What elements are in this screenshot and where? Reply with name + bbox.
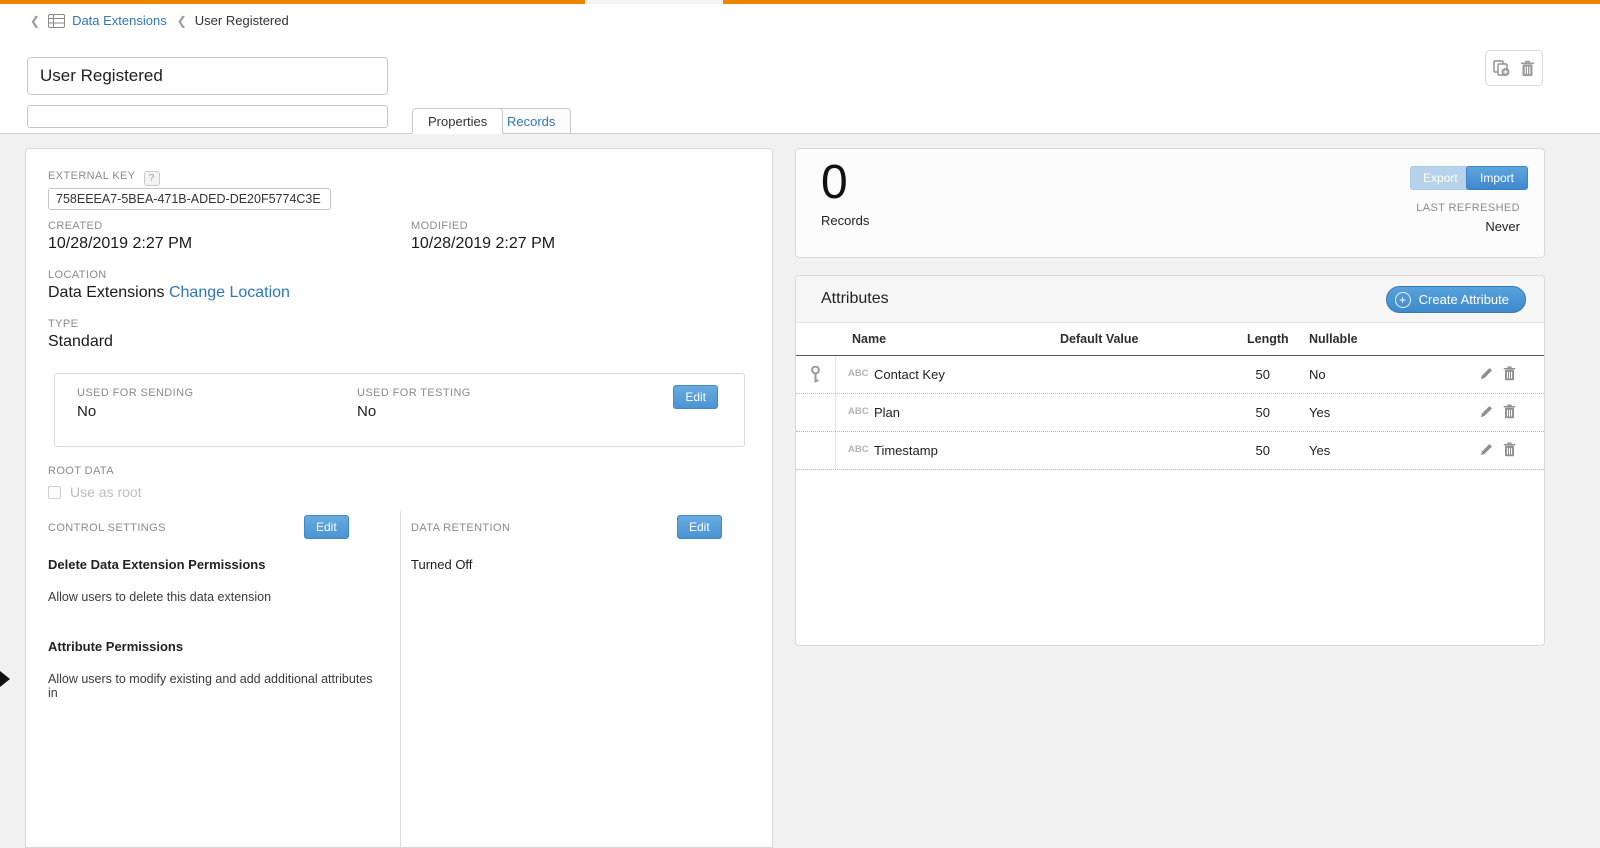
attribute-name: Contact Key	[874, 367, 945, 382]
used-for-testing-value: No	[357, 403, 376, 420]
attribute-name: Plan	[874, 405, 900, 420]
use-as-root-checkbox[interactable]	[48, 486, 61, 499]
column-header-name: Name	[852, 332, 886, 346]
settings-divider	[400, 511, 401, 847]
column-header-length: Length	[1247, 332, 1289, 346]
tab-records[interactable]: Records	[491, 108, 571, 134]
sending-settings-box: USED FOR SENDING No USED FOR TESTING No …	[54, 373, 745, 447]
breadcrumb: ❮ Data Extensions ❮ User Registered	[30, 13, 289, 28]
modified-value: 10/28/2019 2:27 PM	[411, 235, 555, 253]
external-key-input[interactable]	[48, 188, 331, 210]
primary-key-icon	[811, 366, 820, 384]
attribute-length: 50	[1244, 405, 1270, 420]
text-type-icon: ABC	[848, 406, 869, 417]
data-extension-description-input[interactable]	[27, 105, 388, 128]
attribute-length: 50	[1244, 367, 1270, 382]
create-attribute-button[interactable]: + Create Attribute	[1386, 286, 1526, 313]
type-value: Standard	[48, 333, 113, 351]
properties-panel: EXTERNAL KEY? CREATED 10/28/2019 2:27 PM…	[25, 148, 773, 848]
attribute-permissions-title: Attribute Permissions	[48, 639, 183, 654]
root-data-label: ROOT DATA	[48, 465, 114, 477]
breadcrumb-data-extensions-link[interactable]: Data Extensions	[72, 13, 167, 28]
tab-properties[interactable]: Properties	[412, 108, 503, 134]
edit-sending-button[interactable]: Edit	[673, 385, 718, 409]
tab-properties-label: Properties	[428, 114, 487, 129]
text-type-icon: ABC	[848, 444, 869, 455]
delete-permissions-desc: Allow users to delete this data extensio…	[48, 590, 271, 604]
page-header: ❮ Data Extensions ❮ User Registered Prop…	[0, 4, 1600, 134]
breadcrumb-chevron-icon: ❮	[177, 14, 187, 28]
create-attribute-label: Create Attribute	[1419, 292, 1509, 307]
last-refreshed-label: LAST REFRESHED	[1416, 202, 1520, 214]
change-location-link[interactable]: Change Location	[169, 284, 290, 301]
back-chevron-icon[interactable]: ❮	[30, 14, 40, 28]
delete-attribute-icon[interactable]	[1503, 404, 1516, 419]
expand-sidebar-icon[interactable]	[0, 671, 10, 687]
edit-control-settings-button[interactable]: Edit	[304, 515, 349, 539]
delete-permissions-title: Delete Data Extension Permissions	[48, 557, 265, 572]
data-retention-value: Turned Off	[411, 557, 472, 572]
location-value: Data Extensions	[48, 284, 165, 301]
location-label: LOCATION	[48, 269, 107, 281]
tab-records-label: Records	[507, 114, 555, 129]
delete-data-extension-icon[interactable]	[1520, 60, 1535, 77]
use-as-root-label: Use as root	[70, 484, 142, 500]
table-row: ABC Contact Key 50 No	[796, 356, 1544, 394]
table-row: ABC Timestamp 50 Yes	[796, 432, 1544, 470]
attribute-nullable: Yes	[1309, 443, 1330, 458]
attributes-table-header: Name Default Value Length Nullable	[796, 323, 1544, 356]
created-value: 10/28/2019 2:27 PM	[48, 235, 192, 253]
column-header-default-value: Default Value	[1060, 332, 1139, 346]
attribute-nullable: No	[1309, 367, 1326, 382]
help-icon[interactable]: ?	[144, 171, 160, 186]
header-action-group	[1485, 50, 1543, 86]
records-panel: 0 Records Export Import LAST REFRESHED N…	[795, 148, 1545, 258]
copy-data-extension-icon[interactable]	[1493, 60, 1511, 77]
edit-attribute-icon[interactable]	[1479, 366, 1494, 381]
external-key-label: EXTERNAL KEY	[48, 170, 136, 182]
attribute-nullable: Yes	[1309, 405, 1330, 420]
attributes-header: Attributes + Create Attribute	[796, 276, 1544, 323]
type-label: TYPE	[48, 318, 78, 330]
edit-attribute-icon[interactable]	[1479, 404, 1494, 419]
plus-icon: +	[1395, 292, 1411, 308]
data-extension-grid-icon	[48, 14, 65, 28]
breadcrumb-current: User Registered	[195, 13, 289, 28]
modified-label: MODIFIED	[411, 220, 468, 232]
last-refreshed-value: Never	[1485, 219, 1520, 234]
used-for-sending-label: USED FOR SENDING	[77, 387, 193, 399]
used-for-sending-value: No	[77, 403, 96, 420]
record-count-label: Records	[821, 213, 869, 228]
attribute-name: Timestamp	[874, 443, 938, 458]
record-count: 0	[821, 155, 848, 210]
table-row: ABC Plan 50 Yes	[796, 394, 1544, 432]
edit-attribute-icon[interactable]	[1479, 442, 1494, 457]
column-header-nullable: Nullable	[1309, 332, 1358, 346]
delete-attribute-icon[interactable]	[1503, 442, 1516, 457]
data-extension-name-input[interactable]	[27, 57, 388, 95]
primary-key-cell	[796, 432, 836, 469]
attributes-title: Attributes	[821, 290, 889, 308]
delete-attribute-icon[interactable]	[1503, 366, 1516, 381]
control-settings-label: CONTROL SETTINGS	[48, 522, 166, 534]
primary-key-cell	[796, 356, 836, 393]
text-type-icon: ABC	[848, 368, 869, 379]
data-retention-label: DATA RETENTION	[411, 522, 510, 534]
import-button[interactable]: Import	[1466, 166, 1528, 190]
attribute-length: 50	[1244, 443, 1270, 458]
attribute-permissions-desc: Allow users to modify existing and add a…	[48, 672, 378, 700]
attributes-panel: Attributes + Create Attribute Name Defau…	[795, 275, 1545, 646]
edit-data-retention-button[interactable]: Edit	[677, 515, 722, 539]
primary-key-cell	[796, 394, 836, 431]
used-for-testing-label: USED FOR TESTING	[357, 387, 471, 399]
created-label: CREATED	[48, 220, 103, 232]
export-button[interactable]: Export	[1410, 166, 1471, 190]
